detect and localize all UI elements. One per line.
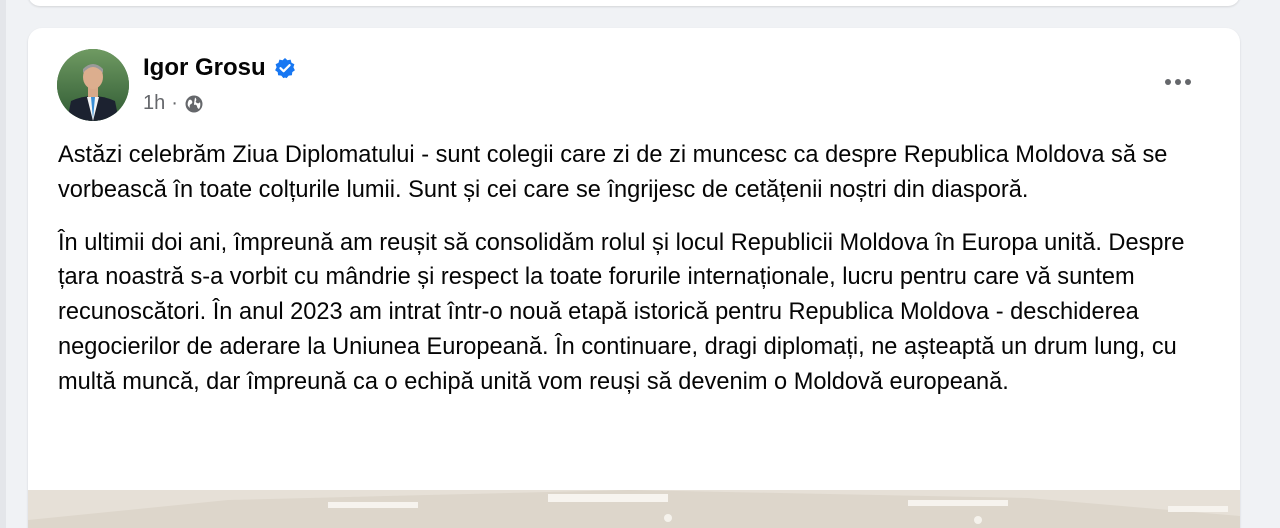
post-card: Igor Grosu 1h · Astăzi celebrăm Ziua Dip… (28, 28, 1240, 528)
post-meta: 1h · (143, 92, 204, 115)
post-time[interactable]: 1h (143, 92, 165, 115)
post-paragraph: Astăzi celebrăm Ziua Diplomatului - sunt… (58, 142, 1168, 203)
author-name[interactable]: Igor Grosu (143, 54, 266, 82)
author-avatar[interactable] (57, 49, 129, 121)
verified-badge-icon (274, 57, 296, 79)
meta-separator: · (171, 92, 178, 114)
more-options-icon[interactable] (1160, 64, 1196, 100)
previous-post-card (28, 0, 1240, 6)
author-line: Igor Grosu (143, 54, 296, 82)
post-paragraph: În ultimii doi ani, împreună am reușit s… (58, 229, 1185, 395)
sidebar-edge (0, 0, 6, 528)
post-text: Astăzi celebrăm Ziua Diplomatului - sunt… (58, 138, 1218, 418)
globe-icon[interactable] (184, 94, 204, 114)
post-photo[interactable] (28, 490, 1240, 528)
